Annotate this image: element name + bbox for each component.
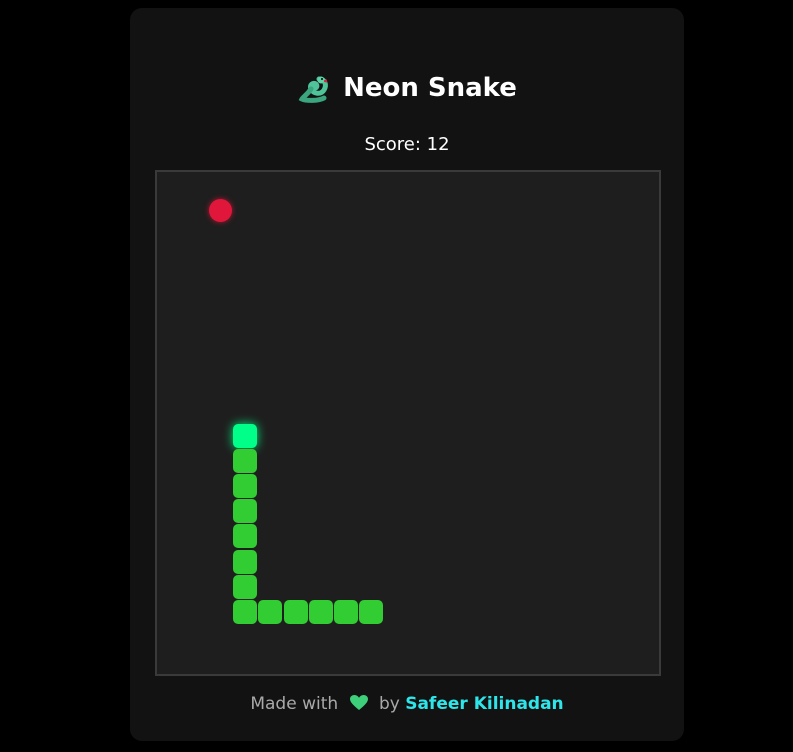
snake-segment (233, 524, 258, 549)
snake-head (233, 424, 258, 449)
food-pellet (209, 199, 233, 223)
snake-segment (308, 599, 333, 624)
green-heart-icon (349, 695, 368, 716)
made-with-text: Made with (250, 694, 339, 714)
game-board[interactable] (155, 170, 661, 676)
snake-segment (233, 474, 258, 499)
snake-segment (333, 599, 358, 624)
snake-segment (358, 599, 383, 624)
snake-segment (233, 549, 258, 574)
game-card: Neon Snake Score: 12 Made with by Safeer… (130, 8, 684, 741)
snake-segment (233, 499, 258, 524)
footer-credit: Made with by Safeer Kilinadan (130, 694, 684, 716)
by-text: by (378, 694, 400, 714)
snake-segment (233, 574, 258, 599)
score-display: Score: 12 (364, 134, 450, 155)
snake-segment (233, 599, 258, 624)
page-title: Neon Snake (343, 73, 517, 103)
title-row: Neon Snake (130, 68, 684, 108)
snake-icon (297, 71, 331, 105)
author-link[interactable]: Safeer Kilinadan (405, 694, 563, 714)
snake-segment (258, 599, 283, 624)
snake-segment (283, 599, 308, 624)
snake-segment (233, 449, 258, 474)
